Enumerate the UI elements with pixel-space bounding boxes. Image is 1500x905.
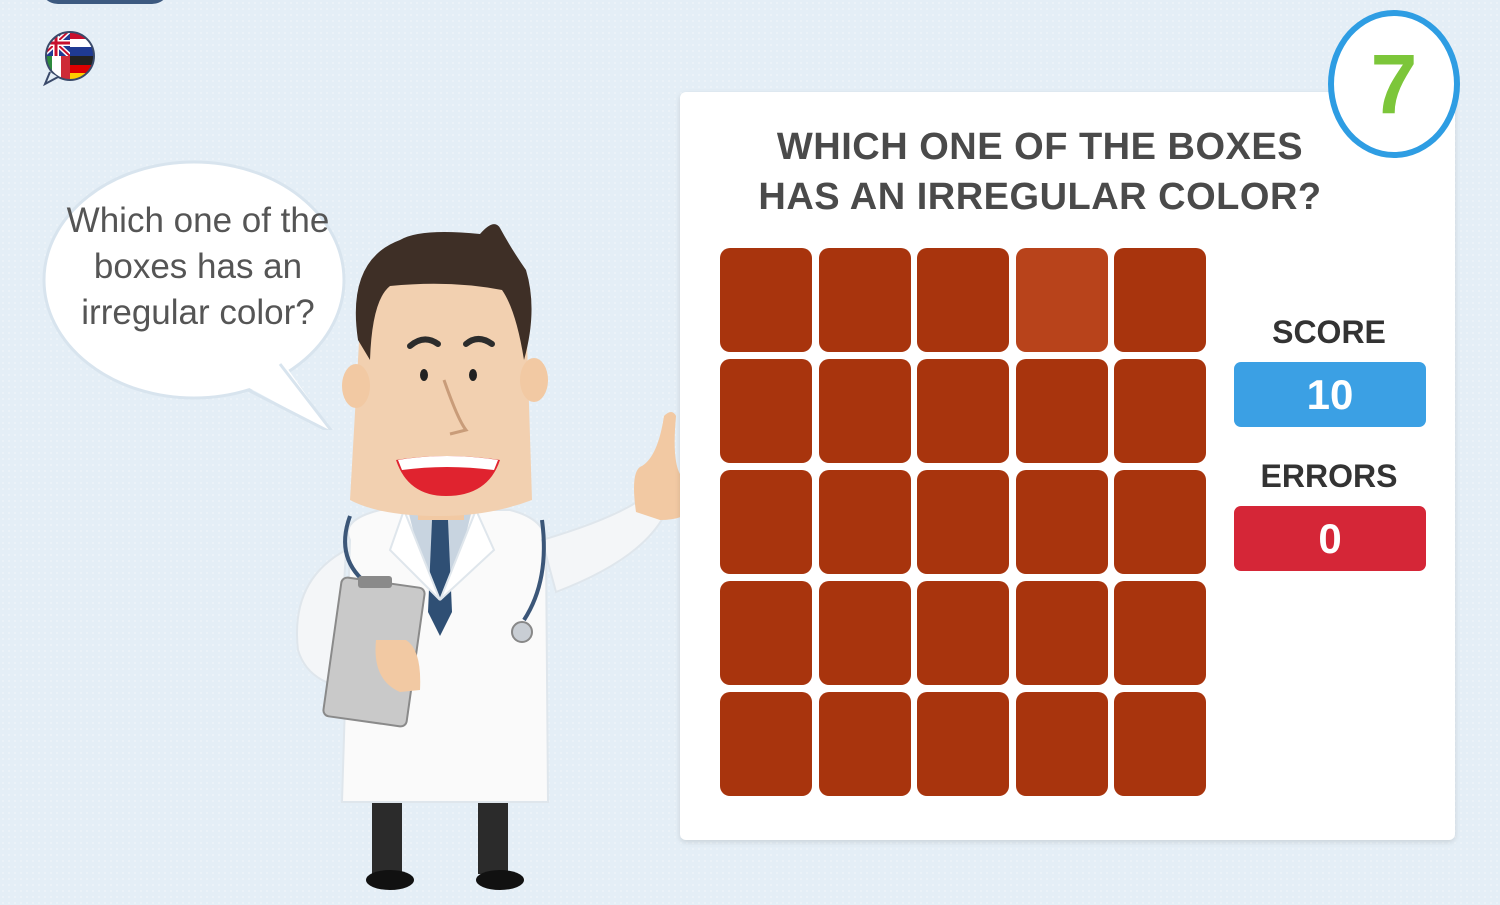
color-tile[interactable] bbox=[1114, 470, 1206, 574]
color-tile[interactable] bbox=[818, 359, 911, 463]
color-tile[interactable] bbox=[917, 470, 1009, 574]
color-tile[interactable] bbox=[1114, 359, 1206, 463]
question-line-2: HAS AN IRREGULAR COLOR? bbox=[758, 176, 1322, 218]
color-tile[interactable] bbox=[1015, 470, 1108, 574]
color-tile[interactable] bbox=[818, 470, 911, 574]
color-grid bbox=[720, 248, 1210, 800]
color-tile[interactable] bbox=[818, 692, 911, 796]
score-label: SCORE bbox=[1272, 314, 1386, 350]
flags-speech-bubble-icon bbox=[42, 31, 95, 87]
color-tile[interactable] bbox=[917, 359, 1009, 463]
color-tile[interactable] bbox=[1015, 359, 1108, 463]
color-tile[interactable] bbox=[720, 470, 812, 574]
color-tile[interactable] bbox=[917, 581, 1009, 685]
round-timer: 7 bbox=[1328, 10, 1460, 158]
color-tile[interactable] bbox=[818, 248, 911, 352]
language-button[interactable] bbox=[42, 30, 98, 87]
color-tile[interactable] bbox=[720, 692, 812, 796]
top-nav-tab[interactable] bbox=[40, 0, 170, 4]
color-tile[interactable] bbox=[720, 359, 812, 463]
color-tile[interactable] bbox=[818, 581, 911, 685]
color-tile[interactable] bbox=[917, 692, 1009, 796]
color-tile[interactable] bbox=[1015, 692, 1108, 796]
color-tile[interactable] bbox=[720, 581, 812, 685]
errors-label: ERRORS bbox=[1260, 458, 1398, 494]
color-tile[interactable] bbox=[1114, 248, 1206, 352]
score-value: 10 bbox=[1234, 362, 1426, 427]
color-tile[interactable] bbox=[1015, 581, 1108, 685]
question-title: WHICH ONE OF THE BOXES HAS AN IRREGULAR … bbox=[690, 122, 1390, 222]
color-tile[interactable] bbox=[1114, 581, 1206, 685]
color-tile[interactable] bbox=[1114, 692, 1206, 796]
question-line-1: WHICH ONE OF THE BOXES bbox=[776, 126, 1304, 168]
doctor-character bbox=[280, 220, 720, 900]
color-tile-odd[interactable] bbox=[1015, 248, 1108, 352]
color-tile[interactable] bbox=[917, 248, 1009, 352]
color-tile[interactable] bbox=[720, 248, 812, 352]
errors-value: 0 bbox=[1234, 506, 1426, 571]
